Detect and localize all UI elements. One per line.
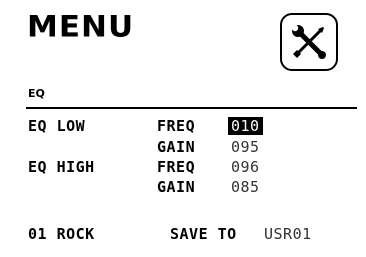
menu-title: MENU xyxy=(27,9,135,45)
divider xyxy=(26,107,357,109)
eq-high-label[interactable]: EQ HIGH xyxy=(28,158,95,176)
wrench-screwdriver-icon xyxy=(291,24,326,59)
eq-high-freq-value[interactable]: 096 xyxy=(231,158,260,176)
save-target-value[interactable]: USR01 xyxy=(264,225,312,243)
section-label: EQ xyxy=(28,87,45,100)
preset-name[interactable]: 01 ROCK xyxy=(28,225,95,243)
eq-high-freq-label: FREQ xyxy=(157,158,196,176)
eq-low-gain-label: GAIN xyxy=(157,138,196,156)
eq-high-gain-label: GAIN xyxy=(157,178,196,196)
eq-low-freq-value[interactable]: 010 xyxy=(228,117,263,135)
save-to-label[interactable]: SAVE TO xyxy=(170,225,237,243)
eq-high-gain-value[interactable]: 085 xyxy=(231,178,260,196)
tools-button[interactable] xyxy=(280,13,338,71)
eq-low-label[interactable]: EQ LOW xyxy=(28,117,85,135)
eq-low-gain-value[interactable]: 095 xyxy=(231,138,260,156)
eq-low-freq-label: FREQ xyxy=(157,117,196,135)
